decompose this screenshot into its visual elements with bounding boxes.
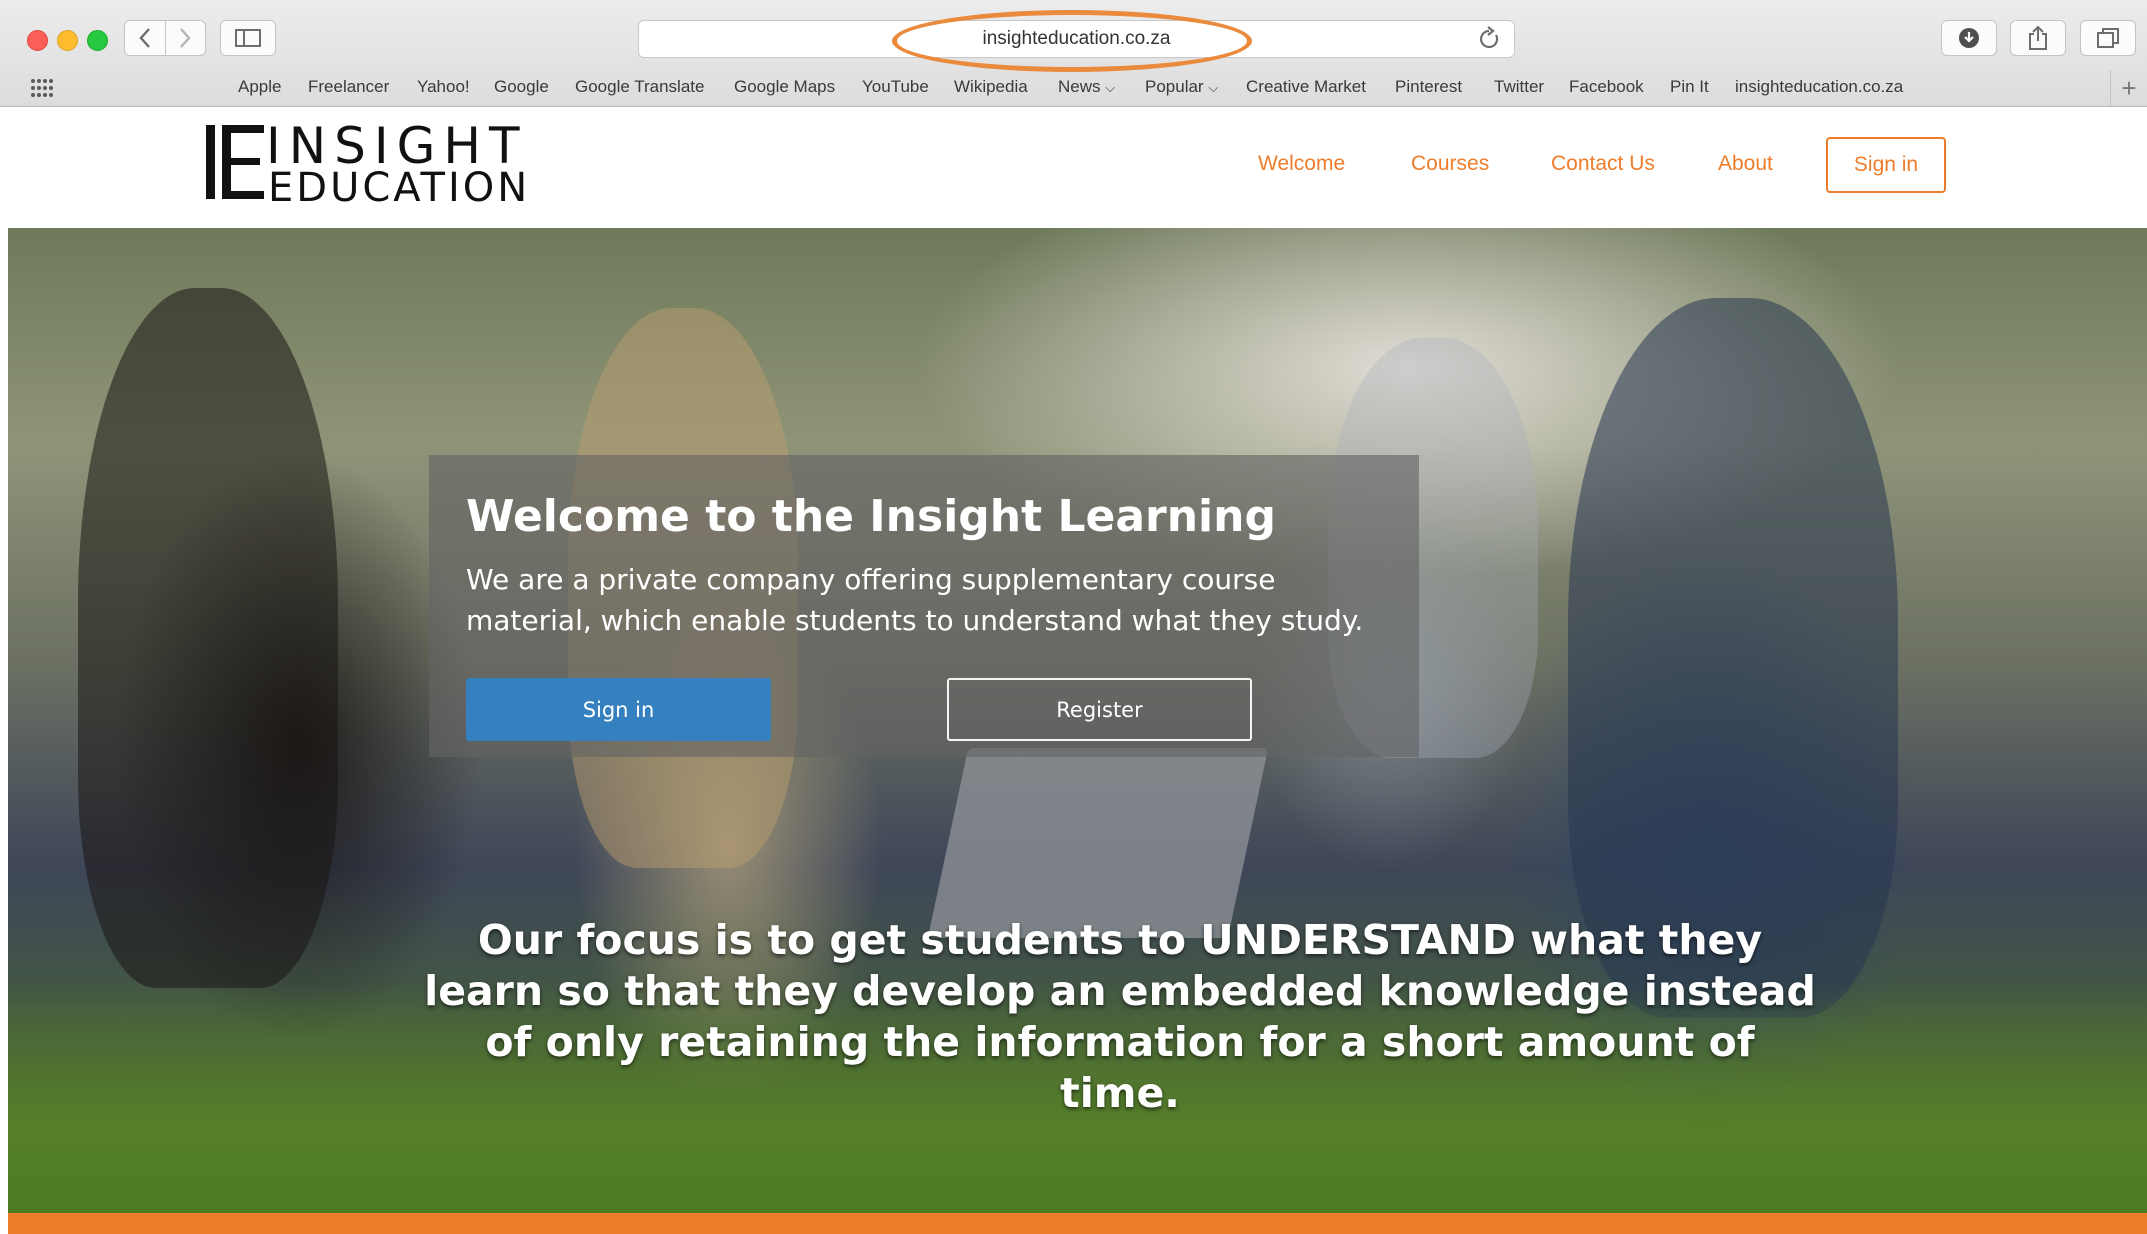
- close-window-button[interactable]: [27, 30, 48, 51]
- history-nav: [124, 20, 206, 56]
- tabs-overview-button[interactable]: [2080, 20, 2136, 56]
- sidebar-icon: [235, 29, 261, 47]
- hero-photo-figure: [1568, 298, 1898, 1018]
- header-sign-in-button[interactable]: Sign in: [1826, 137, 1946, 193]
- logo-ie-mark: [206, 125, 264, 199]
- bookmark-google-maps[interactable]: Google Maps: [734, 77, 835, 97]
- bookmark-wikipedia[interactable]: Wikipedia: [954, 77, 1028, 97]
- chevron-right-icon: [180, 28, 191, 48]
- bookmark-popular-folder[interactable]: Popular ⌵: [1145, 77, 1218, 97]
- nav-welcome[interactable]: Welcome: [1258, 152, 1345, 176]
- bookmark-google-translate[interactable]: Google Translate: [575, 77, 704, 97]
- chevron-down-icon: ⌵: [1208, 80, 1219, 95]
- welcome-panel: Welcome to the Insight Learning We are a…: [429, 455, 1419, 757]
- url-highlight-annotation: [892, 10, 1252, 72]
- bookmark-pinterest[interactable]: Pinterest: [1395, 77, 1462, 97]
- welcome-subtitle: We are a private company offering supple…: [466, 563, 1364, 637]
- bookmark-creative-market[interactable]: Creative Market: [1246, 77, 1366, 97]
- minimize-window-button[interactable]: [57, 30, 78, 51]
- logo-education-text: EDUCATION: [268, 165, 531, 211]
- bookmark-pin-it[interactable]: Pin It: [1670, 77, 1709, 97]
- nav-about[interactable]: About: [1718, 152, 1773, 176]
- hero-register-button[interactable]: Register: [947, 678, 1252, 741]
- hero-photo-figure: [78, 288, 338, 988]
- reload-icon[interactable]: [1476, 25, 1502, 58]
- grid-icon[interactable]: [30, 78, 54, 103]
- bookmarks-bar: Apple Freelancer Yahoo! Google Google Tr…: [0, 70, 2147, 106]
- zoom-window-button[interactable]: [87, 30, 108, 51]
- bookmark-news-folder[interactable]: News ⌵: [1058, 77, 1115, 97]
- nav-contact-us[interactable]: Contact Us: [1551, 152, 1655, 176]
- back-button[interactable]: [125, 21, 165, 55]
- bookmark-freelancer[interactable]: Freelancer: [308, 77, 389, 97]
- plus-icon[interactable]: +: [2110, 70, 2147, 106]
- share-icon: [2029, 25, 2047, 50]
- browser-chrome: insighteducation.co.za Apple Freelancer …: [0, 0, 2147, 107]
- hero-sign-in-button[interactable]: Sign in: [466, 678, 771, 741]
- bookmark-yahoo[interactable]: Yahoo!: [417, 77, 470, 97]
- downloads-button[interactable]: [1941, 20, 1997, 56]
- bookmark-facebook[interactable]: Facebook: [1569, 77, 1644, 97]
- sidebar-toggle-button[interactable]: [220, 20, 276, 56]
- footer-accent-strip: [8, 1213, 2147, 1234]
- focus-statement: Our focus is to get students to UNDERSTA…: [424, 916, 1816, 1117]
- site-header: INSIGHT EDUCATION Welcome Courses Contac…: [8, 107, 2147, 228]
- chevron-left-icon: [139, 28, 150, 48]
- share-button[interactable]: [2010, 20, 2066, 56]
- bookmark-popular-label: Popular: [1145, 77, 1204, 96]
- hero-photo-laptop: [927, 748, 1269, 938]
- chevron-down-icon: ⌵: [1105, 80, 1116, 95]
- nav-courses[interactable]: Courses: [1411, 152, 1489, 176]
- forward-button[interactable]: [164, 21, 206, 55]
- bookmark-apple[interactable]: Apple: [238, 77, 281, 97]
- bookmark-google[interactable]: Google: [494, 77, 549, 97]
- bookmark-twitter[interactable]: Twitter: [1494, 77, 1544, 97]
- bookmark-insighteducation[interactable]: insighteducation.co.za: [1735, 77, 1903, 97]
- welcome-title: Welcome to the Insight Learning: [466, 491, 1276, 542]
- download-icon: [1959, 28, 1979, 48]
- bookmark-youtube[interactable]: YouTube: [862, 77, 929, 97]
- bookmark-news-label: News: [1058, 77, 1101, 96]
- tabs-icon: [2097, 28, 2119, 48]
- site-logo[interactable]: INSIGHT EDUCATION: [206, 117, 536, 211]
